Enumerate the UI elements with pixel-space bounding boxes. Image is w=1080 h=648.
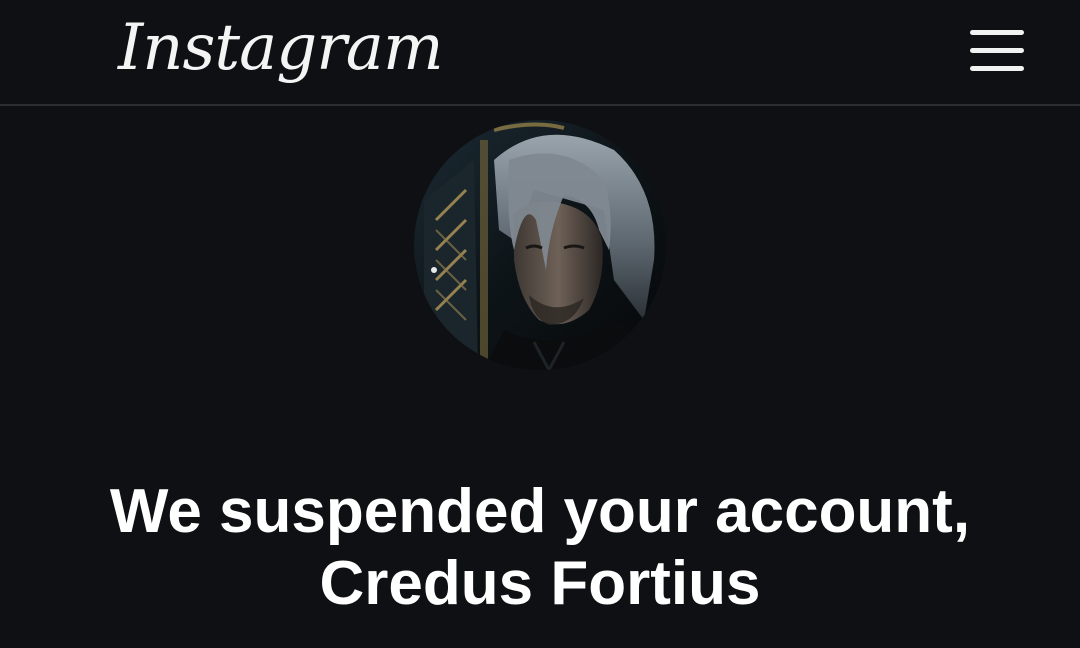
top-bar: Instagram — [0, 0, 1080, 106]
account-name: Credus Fortius — [319, 549, 761, 618]
hamburger-menu-icon — [970, 30, 1024, 71]
suspension-message: We suspended your account, Credus Fortiu… — [40, 476, 1040, 620]
suspension-message-line1: We suspended your account, — [109, 477, 971, 546]
menu-button[interactable] — [966, 26, 1028, 76]
instagram-logo[interactable]: Instagram — [118, 6, 444, 90]
profile-avatar — [414, 120, 666, 370]
